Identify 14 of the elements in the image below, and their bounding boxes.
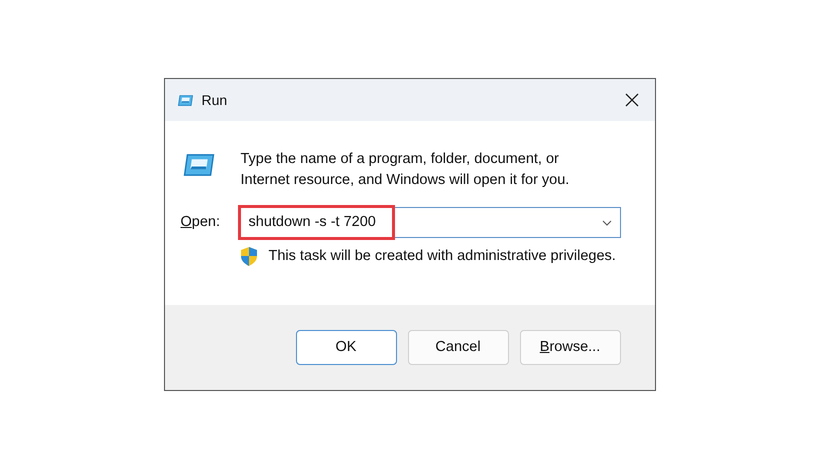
dialog-button[interactable]: OK	[296, 330, 396, 365]
open-combobox[interactable]: shutdown -s -t 7200	[238, 207, 620, 238]
dialog-button[interactable]: Browse...	[520, 330, 620, 365]
window-title: Run	[202, 90, 228, 110]
admin-note: This task will be created with administrative privileges.	[268, 247, 616, 266]
run-app-icon	[180, 152, 216, 178]
dropdown-caret-icon	[602, 220, 612, 226]
shield-icon	[238, 246, 258, 268]
run-app-icon	[176, 94, 194, 106]
instruction-text: Type the name of a program, folder, document, or Internet resource, and Windows will open it for you.	[240, 150, 570, 190]
dialog-button[interactable]: Cancel	[408, 330, 508, 365]
command-value: shutdown -s -t 7200	[248, 212, 376, 232]
open-label: Open:	[180, 212, 222, 232]
close-icon	[624, 93, 638, 107]
